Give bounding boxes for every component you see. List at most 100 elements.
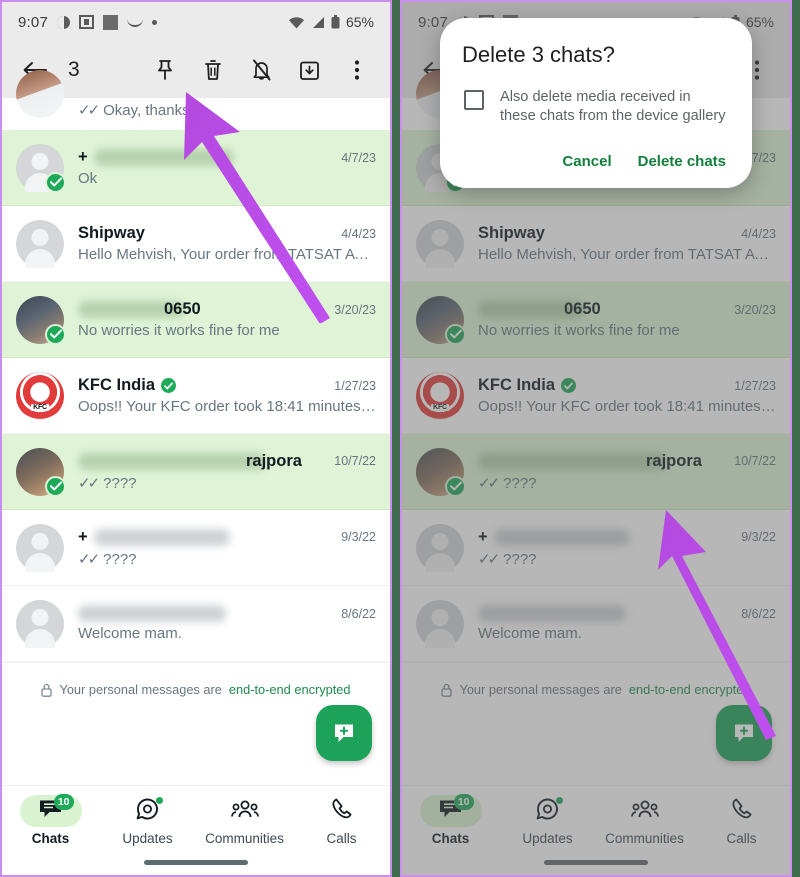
chat-timestamp: 4/4/23 <box>341 226 376 241</box>
avatar <box>16 70 64 118</box>
nav-item-communities[interactable]: Communities <box>196 795 293 846</box>
calls-icon <box>331 797 353 825</box>
avatar <box>16 599 64 648</box>
battery-icon <box>331 15 340 29</box>
chat-list-item[interactable]: KFC KFC India 1/27/23 Oops!! Your KFC order… <box>2 358 390 434</box>
chat-row-body: +4/7/23 Ok <box>78 148 376 187</box>
chat-last-message: Welcome mam. <box>78 625 376 642</box>
calls-icon-wrap <box>311 795 373 827</box>
chat-list-item[interactable]: +9/3/22 ✓✓???? <box>2 510 390 586</box>
lock-icon <box>41 683 53 697</box>
status-time: 9:07 <box>18 13 48 31</box>
chat-name: rajpora <box>246 451 302 470</box>
read-receipt-icon: ✓✓ <box>78 102 100 119</box>
chat-row-body: ✓✓Okay, thanks. <box>78 98 376 119</box>
avatar-body <box>25 552 55 572</box>
delete-media-label: Also delete media received in these chat… <box>500 89 726 125</box>
chat-last-message: ✓✓???? <box>78 550 376 568</box>
chat-row-body: KFC India 1/27/23 Oops!! Your KFC order to… <box>78 376 376 415</box>
chat-list-item[interactable]: rajpora 10/7/22 ✓✓???? <box>2 434 390 510</box>
chat-last-message: No worries it works fine for me <box>78 322 376 339</box>
battery-percent: 65% <box>345 14 374 30</box>
updates-icon-wrap <box>117 795 179 827</box>
chat-message-text: No worries it works fine for me <box>78 322 280 339</box>
status-bar: 9:07 65% <box>2 2 390 42</box>
chat-last-message: Oops!! Your KFC order took 18:41 minutes… <box>78 398 376 415</box>
pin-icon <box>158 60 172 80</box>
chat-name: + <box>78 527 88 546</box>
chat-row-header: Shipway 4/4/23 <box>78 224 376 243</box>
chat-list-item[interactable]: +4/7/23 Ok <box>2 130 390 206</box>
blurred-contact-name <box>93 528 230 546</box>
delete-media-checkbox[interactable] <box>464 90 484 110</box>
pin-button[interactable] <box>146 51 184 89</box>
delete-button[interactable] <box>194 51 232 89</box>
chat-row-body: 8/6/22 Welcome mam. <box>78 605 376 642</box>
selected-check-badge <box>45 475 66 497</box>
chat-timestamp: 9/3/22 <box>341 530 376 544</box>
chat-last-message: Ok <box>78 170 376 187</box>
avatar-head <box>31 532 49 550</box>
nav-item-calls[interactable]: Calls <box>293 795 390 846</box>
chat-name: Shipway <box>78 224 145 242</box>
avatar-body <box>25 628 55 648</box>
chat-list-item[interactable]: 8/6/22 Welcome mam. <box>2 586 390 662</box>
phone-screenshot-left: 9:07 65% 3 ✓✓ Okay, thanks. + 4/7/23 Ok … <box>0 0 392 877</box>
more-options-button[interactable] <box>338 51 376 89</box>
delete-chats-dialog: Delete 3 chats? Also delete media receiv… <box>440 18 752 188</box>
chat-list-item[interactable]: ✓✓Okay, thanks. <box>2 70 390 130</box>
avatar <box>16 447 66 497</box>
dialog-actions: Cancel Delete chats <box>462 153 730 178</box>
avatar <box>16 523 64 572</box>
chat-row-header: +4/7/23 <box>78 148 376 167</box>
chat-row-body: 0650 3/20/23 No worries it works fine for … <box>78 300 376 339</box>
selected-check-badge <box>45 323 66 345</box>
dialog-title: Delete 3 chats? <box>462 42 615 67</box>
square-icon <box>103 14 118 30</box>
chat-timestamp: 8/6/22 <box>341 606 376 621</box>
chat-row-body: rajpora 10/7/22 ✓✓???? <box>78 452 376 492</box>
chats-icon-wrap: 10 <box>19 794 82 827</box>
wifi-icon <box>288 16 304 28</box>
chat-timestamp: 3/20/23 <box>334 302 376 317</box>
delete-chats-button[interactable]: Delete chats <box>638 153 726 170</box>
chat-row-header: rajpora 10/7/22 <box>78 452 376 471</box>
blurred-contact-name <box>93 149 234 166</box>
blurred-contact-name <box>78 452 266 470</box>
chat-list-item[interactable]: Shipway 4/4/23 Hello Mehvish, Your order f… <box>2 206 390 282</box>
chat-list-item[interactable]: 0650 3/20/23 No worries it works fine for … <box>2 282 390 358</box>
chat-message-text: Welcome mam. <box>78 625 182 642</box>
nav-item-chats[interactable]: 10 Chats <box>2 794 99 846</box>
cellular-signal-icon <box>312 16 324 28</box>
avatar <box>16 219 64 268</box>
nav-item-label: Chats <box>31 831 70 846</box>
read-receipt-icon: ✓✓ <box>78 550 100 568</box>
chat-message-text: Okay, thanks. <box>103 102 194 119</box>
more-options-icon <box>354 60 360 80</box>
nav-status-dot <box>155 797 163 804</box>
chat-row-header: KFC India 1/27/23 <box>78 376 376 395</box>
avatar: KFC <box>16 371 64 420</box>
chat-list[interactable]: ✓✓Okay, thanks.+4/7/23OkShipway4/4/23Hel… <box>2 70 390 662</box>
screenshot-frame-icon <box>79 15 94 29</box>
chat-timestamp: 10/7/22 <box>334 454 376 468</box>
chat-timestamp: 1/27/23 <box>334 378 376 393</box>
dialog-checkbox-row[interactable]: Also delete media received in these chat… <box>462 88 730 127</box>
selection-count: 3 <box>68 58 80 81</box>
new-chat-fab[interactable] <box>316 705 372 761</box>
encryption-link[interactable]: end-to-end encrypted <box>229 682 351 697</box>
archive-button[interactable] <box>290 51 328 89</box>
new-chat-icon <box>335 724 353 742</box>
cancel-button[interactable]: Cancel <box>562 153 611 170</box>
nav-item-updates[interactable]: Updates <box>99 795 196 846</box>
communities-icon-wrap <box>214 795 276 827</box>
chat-message-text: Hello Mehvish, Your order from TATSAT AY… <box>78 246 376 263</box>
archive-icon <box>299 61 319 80</box>
encryption-text: Your personal messages are <box>59 682 222 697</box>
verified-badge-icon <box>161 378 176 393</box>
avatar-head <box>31 152 49 170</box>
avatar-head <box>31 608 49 626</box>
chat-message-text: ???? <box>103 550 137 568</box>
mute-icon <box>252 59 270 81</box>
mute-button[interactable] <box>242 51 280 89</box>
